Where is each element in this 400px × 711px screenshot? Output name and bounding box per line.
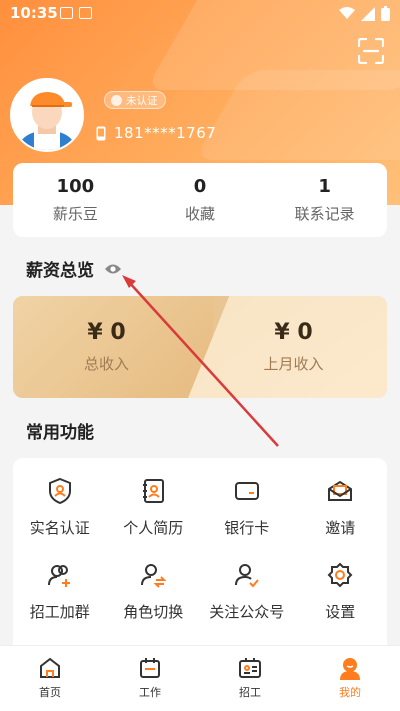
func-label: 关注公众号 xyxy=(209,603,285,621)
stat-value: 0 xyxy=(193,176,207,197)
stat-label: 薪乐豆 xyxy=(52,205,98,223)
salary-title: 薪资总览 xyxy=(26,261,94,281)
tab-home[interactable]: 首页 xyxy=(0,646,100,711)
func-settings[interactable]: 设置 xyxy=(294,560,388,622)
verify-icon xyxy=(111,94,122,106)
salary-section-header: 薪资总览 xyxy=(26,256,122,281)
last-month-amount: ¥ 0 xyxy=(274,320,313,345)
phone-icon xyxy=(96,126,106,140)
tab-label: 我的 xyxy=(339,686,361,699)
work-calendar-icon xyxy=(140,658,160,678)
phone-number: 181****1767 xyxy=(114,124,217,142)
shield-user-icon xyxy=(45,476,75,506)
stat-points[interactable]: 100 薪乐豆 xyxy=(13,163,138,237)
bank-card-icon xyxy=(232,476,262,506)
settings-gear-icon xyxy=(325,560,355,590)
scan-icon xyxy=(357,37,385,65)
avatar[interactable] xyxy=(10,78,84,152)
stat-contact-records[interactable]: 1 联系记录 xyxy=(262,163,387,237)
stats-card: 100 薪乐豆 0 收藏 1 联系记录 xyxy=(13,163,387,237)
resume-icon xyxy=(138,476,168,506)
total-income[interactable]: ¥ 0 总收入 xyxy=(13,296,200,398)
verify-status-badge[interactable]: 未认证 xyxy=(104,91,166,109)
total-income-amount: ¥ 0 xyxy=(87,320,126,345)
battery-icon xyxy=(381,6,390,21)
func-label: 实名认证 xyxy=(29,519,90,537)
home-icon xyxy=(40,657,60,678)
switch-role-icon xyxy=(138,560,168,590)
func-label: 个人简历 xyxy=(123,519,184,537)
tab-label: 招工 xyxy=(239,686,261,699)
functions-title: 常用功能 xyxy=(26,423,94,443)
profile-icon xyxy=(340,658,360,680)
tab-label: 首页 xyxy=(39,686,61,699)
phone-row: 181****1767 xyxy=(96,124,216,142)
total-income-label: 总收入 xyxy=(83,355,129,373)
tab-mine[interactable]: 我的 xyxy=(300,646,400,711)
last-month-income[interactable]: ¥ 0 上月收入 xyxy=(200,296,387,398)
salary-card: ¥ 0 总收入 ¥ 0 上月收入 xyxy=(13,296,387,398)
status-bar: 10:35 xyxy=(0,0,400,28)
verify-status-text: 未认证 xyxy=(126,94,158,107)
stat-value: 1 xyxy=(318,176,331,197)
worker-avatar-icon xyxy=(12,80,82,150)
func-switch-role[interactable]: 角色切换 xyxy=(107,560,201,622)
func-invite[interactable]: 邀请 xyxy=(294,476,388,538)
recruit-board-icon xyxy=(239,658,261,678)
func-label: 邀请 xyxy=(325,519,356,537)
func-bank-card[interactable]: 银行卡 xyxy=(200,476,294,538)
bottom-tabbar: 首页 工作 招工 我的 xyxy=(0,645,400,711)
func-label: 设置 xyxy=(325,603,356,621)
app-notification-icon xyxy=(79,7,92,19)
func-label: 招工加群 xyxy=(29,603,90,621)
add-group-icon xyxy=(45,560,75,590)
func-resume[interactable]: 个人简历 xyxy=(107,476,201,538)
gallery-notification-icon xyxy=(60,7,73,19)
func-recruit-group[interactable]: 招工加群 xyxy=(13,560,107,622)
func-label: 银行卡 xyxy=(224,519,270,537)
invite-mail-icon xyxy=(325,476,355,506)
tab-recruit[interactable]: 招工 xyxy=(200,646,300,711)
stat-label: 收藏 xyxy=(185,205,216,223)
func-follow-account[interactable]: 关注公众号 xyxy=(200,560,294,622)
stat-label: 联系记录 xyxy=(294,205,355,223)
wifi-icon xyxy=(339,7,355,19)
eye-icon[interactable] xyxy=(104,263,122,275)
scan-button[interactable] xyxy=(357,37,385,65)
last-month-label: 上月收入 xyxy=(263,355,324,373)
stat-favorites[interactable]: 0 收藏 xyxy=(138,163,263,237)
functions-card: 实名认证 个人简历 银行卡 邀请 招工加群 角色切换 关注公众号 设置 xyxy=(13,458,387,648)
stat-value: 100 xyxy=(56,176,95,197)
func-real-name-verify[interactable]: 实名认证 xyxy=(13,476,107,538)
tab-label: 工作 xyxy=(139,686,161,699)
signal-icon xyxy=(361,6,375,21)
func-label: 角色切换 xyxy=(123,603,184,621)
status-time: 10:35 xyxy=(10,4,58,22)
follow-account-icon xyxy=(232,560,262,590)
tab-work[interactable]: 工作 xyxy=(100,646,200,711)
